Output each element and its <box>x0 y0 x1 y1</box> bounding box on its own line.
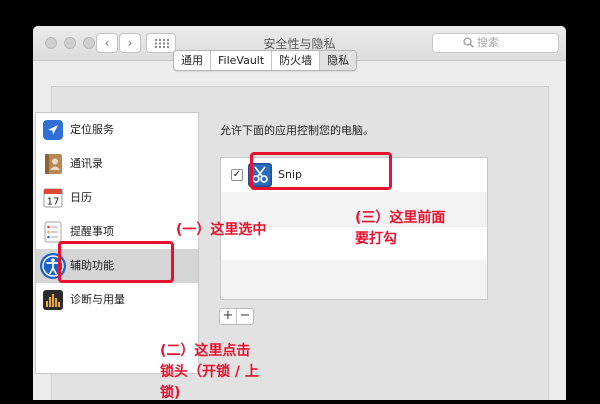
highlight-box-snip <box>250 152 392 190</box>
contacts-icon <box>45 154 62 174</box>
tab-general[interactable]: 通用 <box>174 51 211 70</box>
reminders-icon <box>44 221 62 243</box>
empty-row <box>221 260 487 299</box>
sidebar-item-diagnostics[interactable]: 诊断与用量 <box>36 283 198 317</box>
search-field[interactable]: 搜索 <box>432 33 559 53</box>
search-icon <box>463 37 474 48</box>
description-text: 允许下面的应用控制您的电脑。 <box>220 124 374 137</box>
checkmark-icon: ✓ <box>232 169 242 180</box>
sidebar-item-label: 通讯录 <box>70 157 103 170</box>
add-button[interactable]: + <box>220 309 237 324</box>
tab-bar: 通用 FileVault 防火墙 隐私 <box>173 50 358 71</box>
add-remove-control: + − <box>219 308 254 325</box>
tab-filevault[interactable]: FileVault <box>211 51 273 70</box>
annotation-line: (二）这里点击 <box>160 343 251 359</box>
calendar-icon: 17 <box>43 188 63 208</box>
app-checkbox[interactable]: ✓ <box>231 169 243 181</box>
sidebar-item-label: 日历 <box>70 191 92 204</box>
search-placeholder: 搜索 <box>477 36 499 49</box>
annotation-step-one: (一）这里选中 <box>176 222 267 238</box>
location-icon <box>43 120 63 140</box>
annotation-line: (三）这里前面 <box>355 210 446 226</box>
remove-button[interactable]: − <box>237 309 253 324</box>
tab-firewall[interactable]: 防火墙 <box>272 51 321 70</box>
annotation-line: 锁头（开锁 / 上 <box>160 364 259 380</box>
sidebar-item-contacts[interactable]: 通讯录 <box>36 147 198 181</box>
sidebar-item-label: 定位服务 <box>70 123 114 136</box>
sidebar-item-label: 诊断与用量 <box>70 293 125 306</box>
annotation-line: 要打勾 <box>355 231 397 247</box>
sidebar-item-location-services[interactable]: 定位服务 <box>36 113 198 147</box>
tab-privacy[interactable]: 隐私 <box>320 51 357 70</box>
sidebar-item-calendar[interactable]: 17 日历 <box>36 181 198 215</box>
annotation-line: 锁) <box>160 385 181 401</box>
calendar-date: 17 <box>47 197 60 208</box>
annotation-step-three: (三）这里前面 要打勾 <box>355 208 445 250</box>
annotation-step-two: (二）这里点击 锁头（开锁 / 上 锁) <box>160 341 259 404</box>
diagnostics-icon <box>43 290 63 310</box>
highlight-box-accessibility <box>58 241 174 283</box>
